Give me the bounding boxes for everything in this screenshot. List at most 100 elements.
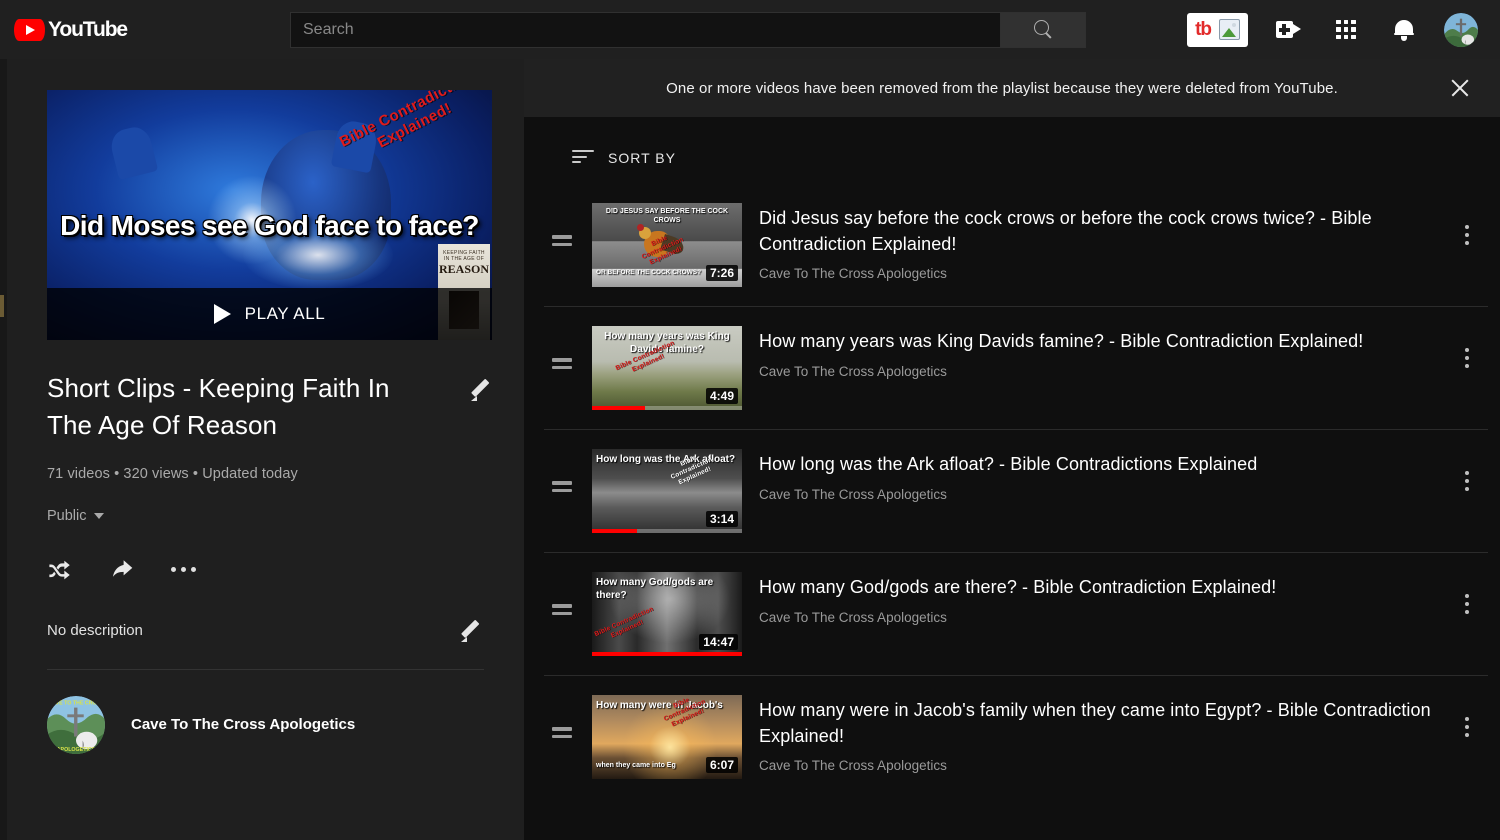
drag-handle[interactable] [552,481,578,492]
watch-progress-bar [592,529,742,533]
watch-progress-bar [592,652,742,656]
drag-handle[interactable] [552,235,578,246]
extension-buttons[interactable]: tb [1187,12,1248,47]
video-options-button[interactable] [1452,348,1482,368]
masthead-right: tb [1187,10,1500,50]
video-title[interactable]: How many were in Jacob's family when the… [759,698,1452,749]
video-list-item[interactable]: How many were in Jacob's when they came … [544,676,1488,798]
video-options-button[interactable] [1452,594,1482,614]
youtube-apps-button[interactable] [1326,10,1366,50]
privacy-label: Public [47,507,87,524]
drag-handle[interactable] [552,604,578,615]
removed-videos-banner: One or more videos have been removed fro… [524,59,1500,117]
sort-by-button[interactable]: SORT BY [524,117,704,166]
video-meta: How many God/gods are there? - Bible Con… [742,572,1452,625]
share-button[interactable] [109,557,135,583]
youtube-play-icon [14,18,45,41]
create-video-button[interactable] [1268,10,1308,50]
play-all-button[interactable]: PLAY ALL [47,288,492,340]
playlist-actions [47,557,494,583]
shuffle-icon [49,560,70,580]
left-edge-strip [0,59,7,840]
page-body: Bible Contradiction Explained! KEEPING F… [0,59,1500,840]
video-thumbnail[interactable]: How many years was King Davids famine? B… [592,326,742,410]
video-options-button[interactable] [1452,717,1482,737]
video-duration: 3:14 [705,511,738,527]
playlist-thumbnail-title: Did Moses see God face to face? [60,210,479,241]
video-thumbnail[interactable]: How many God/gods are there? Bible Contr… [592,572,742,656]
video-list-item[interactable]: DID JESUS SAY BEFORE THE COCK CROWS OR B… [544,184,1488,307]
video-thumbnail[interactable]: How long was the Ark afloat? Bible Contr… [592,449,742,533]
play-all-label: PLAY ALL [244,304,326,323]
thumbnail-top-text: DID JESUS SAY BEFORE THE COCK CROWS [605,208,729,224]
video-duration: 6:07 [705,757,738,773]
thumbnail-bottom-text: OR BEFORE THE COCK CROWS? [596,268,702,276]
video-meta: How many were in Jacob's family when the… [742,695,1452,773]
video-channel[interactable]: Cave To The Cross Apologetics [759,610,1452,625]
close-icon[interactable] [1448,76,1472,100]
video-title[interactable]: How many God/gods are there? - Bible Con… [759,575,1452,601]
video-meta: Did Jesus say before the cock crows or b… [742,203,1452,281]
drag-handle[interactable] [552,727,578,738]
video-options-button[interactable] [1452,225,1482,245]
channel-name: Cave To The Cross Apologetics [131,716,356,734]
banner-message: One or more videos have been removed fro… [666,79,1338,97]
avatar[interactable] [1444,12,1478,47]
channel-avatar[interactable]: CAVE TO THE CROSS APOLOGETICS [47,695,105,754]
video-thumbnail[interactable]: DID JESUS SAY BEFORE THE COCK CROWS OR B… [592,203,742,287]
watch-progress-bar [592,406,742,410]
video-camera-plus-icon [1275,21,1301,38]
video-duration: 7:26 [705,265,738,281]
video-channel[interactable]: Cave To The Cross Apologetics [759,364,1452,379]
book-title-main: REASON [438,262,489,276]
drag-handle[interactable] [552,358,578,369]
video-list: DID JESUS SAY BEFORE THE COCK CROWS OR B… [524,184,1500,798]
video-title[interactable]: Did Jesus say before the cock crows or b… [759,206,1452,257]
playlist-description: No description [47,622,143,640]
edge-scroll-nub[interactable] [0,295,4,317]
more-dot [191,567,196,573]
search-button[interactable] [1000,11,1086,48]
play-icon [213,304,231,324]
search-area [290,11,1086,48]
video-channel[interactable]: Cave To The Cross Apologetics [759,487,1452,502]
chevron-down-icon [93,512,104,519]
thumbnail-bottom-text: when they came into Eg [596,762,676,770]
notifications-button[interactable] [1384,10,1424,50]
masthead-left: YouTube [0,18,290,42]
video-thumbnail[interactable]: How many were in Jacob's when they came … [592,695,742,779]
more-actions-button[interactable] [171,557,197,583]
share-icon [112,560,133,577]
playlist-title-row: Short Clips - Keeping Faith In The Age O… [47,370,494,444]
video-channel[interactable]: Cave To The Cross Apologetics [759,758,1452,773]
masthead: YouTube tb [0,0,1500,59]
edit-title-icon[interactable] [470,378,494,402]
video-list-item[interactable]: How many years was King Davids famine? B… [544,307,1488,430]
video-meta: How long was the Ark afloat? - Bible Con… [742,449,1452,502]
video-title[interactable]: How many years was King Davids famine? -… [759,329,1452,355]
search-box[interactable] [290,11,1000,48]
svg-text:APOLOGETICS: APOLOGETICS [57,747,96,753]
youtube-logo[interactable]: YouTube [14,18,128,42]
channel-row[interactable]: CAVE TO THE CROSS APOLOGETICS Cave To Th… [47,695,494,754]
search-icon [1033,20,1053,39]
sort-by-label: SORT BY [608,150,676,166]
video-options-button[interactable] [1452,471,1482,491]
thumbnail-top-text: How many God/gods are there? [596,577,714,601]
playlist-thumbnail[interactable]: Bible Contradiction Explained! KEEPING F… [47,90,492,340]
bell-icon [1394,19,1414,41]
tubebuddy-icon[interactable]: tb [1195,20,1212,39]
video-channel[interactable]: Cave To The Cross Apologetics [759,266,1452,281]
image-extension-icon[interactable] [1219,19,1240,40]
video-list-item[interactable]: How long was the Ark afloat? Bible Contr… [544,430,1488,553]
video-title[interactable]: How long was the Ark afloat? - Bible Con… [759,452,1452,478]
playlist-description-row: No description [47,619,484,670]
video-list-item[interactable]: How many God/gods are there? Bible Contr… [544,553,1488,676]
edit-description-icon[interactable] [460,619,484,643]
avatar-artwork [1444,12,1478,47]
privacy-dropdown[interactable]: Public [47,508,104,524]
playlist-meta: 71 videos • 320 views • Updated today [47,465,298,482]
more-dot [171,567,176,573]
search-input[interactable] [303,12,1000,47]
shuffle-button[interactable] [47,557,73,583]
